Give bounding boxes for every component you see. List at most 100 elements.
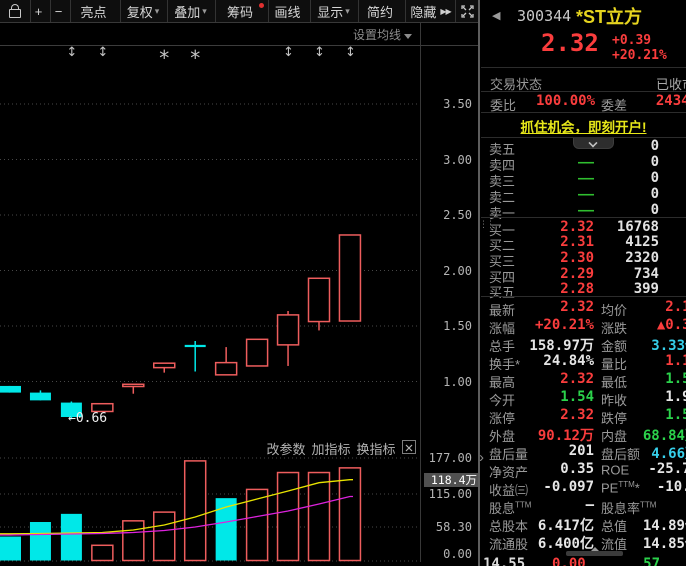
stats-row: 盘后量 201 盘后额 4.66万 xyxy=(481,442,686,462)
chevron-down-icon xyxy=(588,138,598,148)
axis-tick-label: 3.00 xyxy=(443,152,472,167)
axis-tick-label: 2.50 xyxy=(443,208,472,222)
stats-row: 流通股 6.400亿 流值 14.85亿 xyxy=(481,532,686,553)
stats-row: 最新 2.32 均价 2.10 xyxy=(481,298,686,318)
stats-row: 涨幅 +20.21% 涨跌 ▲0.39 xyxy=(481,316,686,336)
axis-tick-label: 1.50 xyxy=(443,319,472,333)
stats-row: 总手 158.97万 金额 3.33亿 xyxy=(481,334,686,354)
collapse-sell-levels-tab[interactable] xyxy=(573,138,614,149)
stat-value: -0.097 xyxy=(543,479,594,496)
axis-tick-label: 115.00 xyxy=(428,487,472,502)
stat-value: 2.32 xyxy=(560,370,594,387)
stat-value: — xyxy=(585,497,594,514)
price-volume-chart[interactable] xyxy=(0,0,479,566)
stat-value: 2.32 xyxy=(560,298,594,315)
price-change: +0.39 xyxy=(612,33,652,48)
order-quantity: 2320 xyxy=(625,249,659,266)
price-change-pct: +20.21% xyxy=(612,48,667,63)
order-book-row[interactable]: 买五 2.28 399 xyxy=(481,281,686,300)
order-quantity: 0 xyxy=(650,202,659,218)
stats-row: 今开 1.54 昨收 1.93 xyxy=(481,388,686,408)
splitter-arrow-up-icon xyxy=(591,547,599,551)
order-book-row[interactable]: 买四 2.29 734 xyxy=(481,265,686,285)
stat-value: 201 xyxy=(568,443,594,460)
axis-tick-label: 2.00 xyxy=(443,263,472,278)
stat-value: 1.17 xyxy=(665,352,686,369)
stat-value: 24.84% xyxy=(543,352,594,369)
order-book-row[interactable]: 卖三 — 0 xyxy=(481,170,686,189)
collapse-panel-icon[interactable]: ◀ xyxy=(492,9,500,22)
stat-value: 1.54 xyxy=(665,406,686,423)
close-icon xyxy=(405,444,413,452)
volume-ma-badge: 118.4万 xyxy=(424,473,478,487)
updown-marker-icon: ↕ xyxy=(283,45,294,60)
stats-row: 净资产 0.35 ROE -25.73 xyxy=(481,460,686,480)
order-book-row[interactable]: 卖四 — 0 xyxy=(481,154,686,173)
divider xyxy=(481,67,686,68)
weicha-value: 24343 xyxy=(655,93,686,109)
order-book-row[interactable]: 卖一 — 0 xyxy=(481,202,686,221)
star-marker-icon: * xyxy=(190,46,201,70)
order-quantity: 399 xyxy=(633,281,659,298)
stat-value: -10.9 xyxy=(656,479,686,496)
stats-row: 最高 2.32 最低 1.54 xyxy=(481,370,686,390)
stock-code: 300344 xyxy=(517,7,572,25)
stat-value: 2.10 xyxy=(665,298,686,315)
stats-row: 股息TTM — 股息率TTM xyxy=(481,496,686,516)
updown-marker-icon: ↕ xyxy=(66,45,78,60)
order-quantity: 0 xyxy=(650,154,659,170)
stats-row: 收益㈢ -0.097 PETTM* -10.9 xyxy=(481,478,686,498)
order-quantity: 734 xyxy=(633,265,659,282)
updown-marker-icon: ↕ xyxy=(97,45,109,60)
last-price: 2.32 xyxy=(541,29,599,57)
updown-marker-icon: ↕ xyxy=(314,45,325,60)
order-quantity: 16768 xyxy=(616,218,659,235)
ticker-volume: 57 xyxy=(643,556,660,566)
stat-value: ▲0.39 xyxy=(656,316,686,333)
panel-divider[interactable] xyxy=(478,0,480,566)
updown-marker-icon: ↕ xyxy=(344,45,356,60)
switch-indicator-link[interactable]: 换指标 xyxy=(354,439,398,458)
stat-value: +20.21% xyxy=(534,316,594,333)
stats-row: 涨停 2.32 跌停 1.54 xyxy=(481,406,686,426)
change-params-link[interactable]: 改参数 xyxy=(264,439,308,458)
stock-app-window: + − 亮点 复权 ▾ 叠加 ▾ 筹码 画线 显示 ▾ 简约 隐藏 ▶▶ 设置均… xyxy=(0,0,686,566)
divider xyxy=(481,112,686,113)
chart-right-border xyxy=(420,23,421,562)
stat-value: 1.54 xyxy=(665,370,686,387)
stock-name: *ST立方 xyxy=(576,7,643,27)
stat-value: 2.32 xyxy=(560,406,594,423)
close-indicator-button[interactable] xyxy=(402,440,416,454)
add-indicator-link[interactable]: 加指标 xyxy=(309,439,353,458)
divider xyxy=(481,91,686,92)
axis-tick-label: 3.50 xyxy=(443,97,472,111)
open-account-link[interactable]: 抓住机会，即刻开户! xyxy=(521,120,647,135)
axis-tick-label: 177.00 xyxy=(428,450,472,465)
star-marker-icon: * xyxy=(159,46,170,70)
stat-value: 0.35 xyxy=(560,461,594,478)
stat-value: 1.93 xyxy=(665,388,686,405)
stat-value: 1.54 xyxy=(560,388,594,405)
axis-tick-label: 1.00 xyxy=(443,374,472,389)
axis-tick-label: 58.30 xyxy=(435,520,472,535)
order-quantity: 0 xyxy=(650,170,659,186)
axis-tick-label: 0.00 xyxy=(443,547,472,561)
low-price-annotation: ←0.66 xyxy=(68,411,108,426)
order-quantity: 4125 xyxy=(625,234,659,251)
order-book-separator xyxy=(481,217,686,218)
order-book-row[interactable]: 卖五 0 xyxy=(481,138,686,157)
order-book-row[interactable]: 卖二 — 0 xyxy=(481,186,686,205)
order-book-row[interactable]: 买二 2.31 4125 xyxy=(481,234,686,253)
order-quantity: 0 xyxy=(650,186,659,202)
weibi-value: 100.00% xyxy=(536,93,596,109)
order-book-row[interactable]: 买一 2.32 16768 xyxy=(481,218,686,238)
stat-value: -25.73 xyxy=(648,461,686,478)
stats-row: 换手* 24.84% 量比 1.17 xyxy=(481,352,686,372)
stats-row: 外盘 90.12万 内盘 68.84万 xyxy=(481,424,686,444)
ticker-value: 14.55 xyxy=(483,556,526,566)
order-book-row[interactable]: 买三 2.30 2320 xyxy=(481,249,686,269)
ticker-change: 0.00 xyxy=(552,556,586,566)
stats-row: 总股本 6.417亿 总值 14.89亿 xyxy=(481,514,686,534)
splitter-grip-icon[interactable]: ⋮⋮ xyxy=(479,219,495,230)
stat-value: 14.85亿 xyxy=(642,536,686,553)
